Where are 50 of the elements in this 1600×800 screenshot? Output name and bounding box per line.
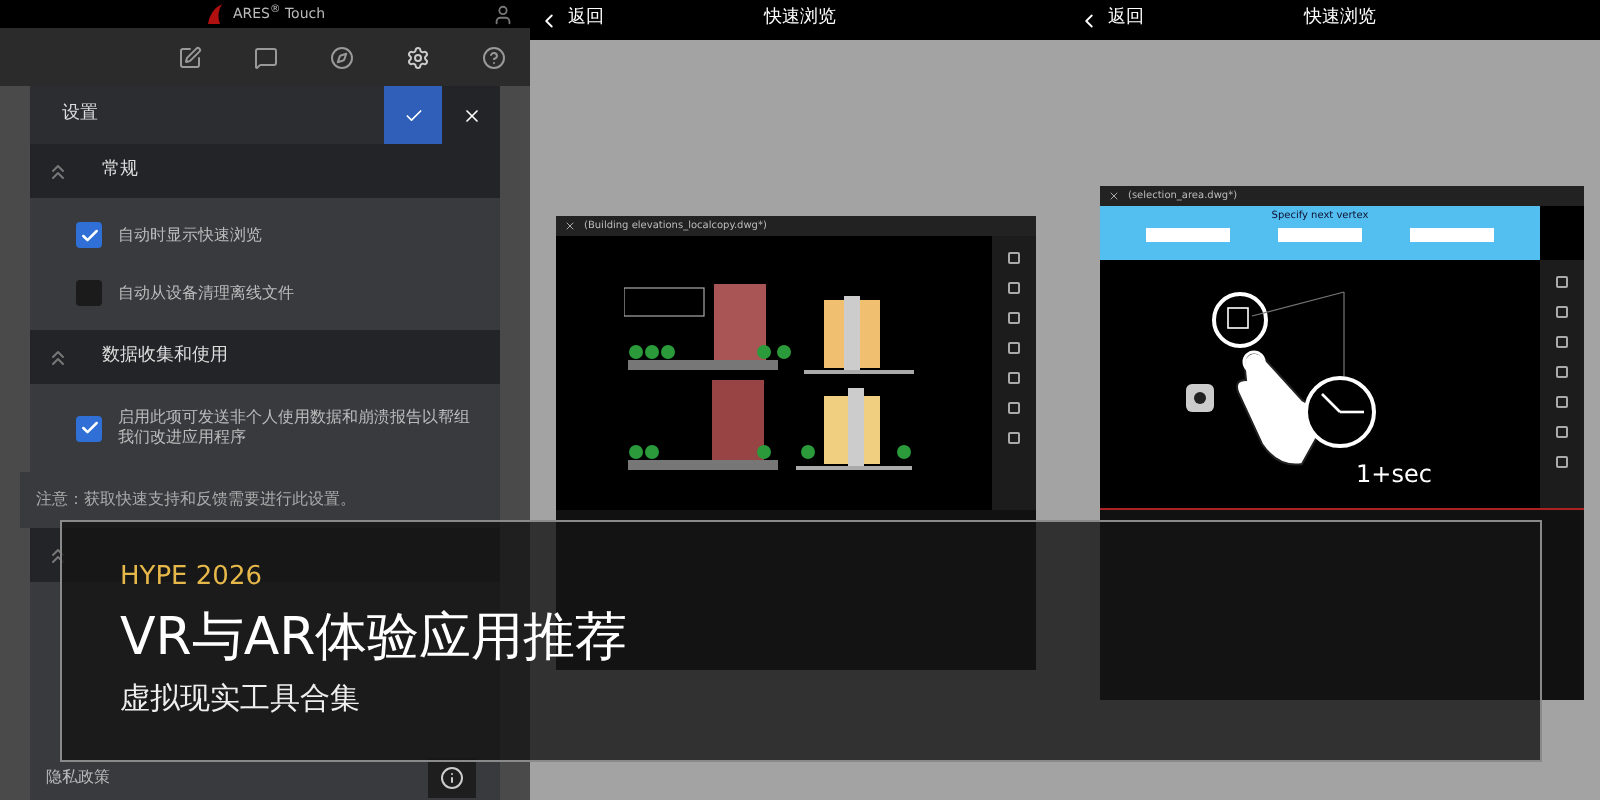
section-title: 数据收集和使用: [102, 343, 228, 370]
info-button[interactable]: [428, 758, 476, 798]
tool-icon[interactable]: [1008, 432, 1020, 444]
tool-icon[interactable]: [1556, 426, 1568, 438]
settings-link[interactable]: 隐私政策: [46, 766, 110, 790]
hold-time-label: 1+sec: [1356, 458, 1432, 492]
tool-icon[interactable]: [1556, 396, 1568, 408]
screen-title: 快速浏览: [1304, 6, 1376, 33]
settings-icon[interactable]: [406, 45, 430, 69]
tool-icon[interactable]: [1008, 282, 1020, 294]
checkbox-label: 自动时显示快速浏览: [118, 225, 262, 245]
back-button[interactable]: 返回: [1078, 6, 1144, 34]
logo-icon: [204, 4, 225, 24]
tool-icon[interactable]: [1556, 366, 1568, 378]
avatar-icon[interactable]: [492, 3, 514, 25]
tool-icon[interactable]: [1556, 336, 1568, 348]
collapse-icon[interactable]: [46, 345, 70, 369]
coordinate-field: [1278, 228, 1362, 242]
tool-icon[interactable]: [1008, 372, 1020, 384]
checkbox[interactable]: [76, 280, 102, 306]
checkbox-label: 启用此项可发送非个人使用数据和崩溃报告以帮组我们改进应用程序: [118, 408, 472, 448]
tool-icon[interactable]: [1008, 402, 1020, 414]
banner-subtitle: 虚拟现实工具合集: [120, 678, 360, 718]
chat-icon[interactable]: [254, 45, 278, 69]
tool-icon[interactable]: [1556, 456, 1568, 468]
tool-icon[interactable]: [1556, 276, 1568, 288]
coordinate-field: [1410, 228, 1494, 242]
section-title: 常规: [102, 157, 138, 184]
close-icon: [564, 220, 576, 232]
banner-title: VR与AR体验应用推荐: [120, 606, 628, 672]
back-button[interactable]: 返回: [538, 6, 604, 34]
screen-title: 快速浏览: [764, 6, 836, 33]
check-icon: [403, 105, 423, 125]
tool-icon[interactable]: [1008, 252, 1020, 264]
close-icon: [1108, 190, 1120, 202]
checkbox[interactable]: [76, 222, 102, 248]
info-icon: [440, 766, 464, 790]
coordinate-field: [1146, 228, 1230, 242]
help-icon[interactable]: [482, 45, 506, 69]
checkbox-label: 自动从设备清理离线文件: [118, 283, 294, 303]
edit-icon[interactable]: [178, 45, 202, 69]
banner-tag: HYPE 2026: [120, 562, 262, 594]
tool-icon[interactable]: [1008, 312, 1020, 324]
close-icon: [461, 105, 481, 125]
tool-icon[interactable]: [1556, 306, 1568, 318]
collapse-icon[interactable]: [46, 159, 70, 183]
tool-icon[interactable]: [1008, 342, 1020, 354]
checkbox[interactable]: [76, 415, 102, 441]
compass-icon[interactable]: [330, 45, 354, 69]
dialog-title: 设置: [60, 101, 100, 128]
